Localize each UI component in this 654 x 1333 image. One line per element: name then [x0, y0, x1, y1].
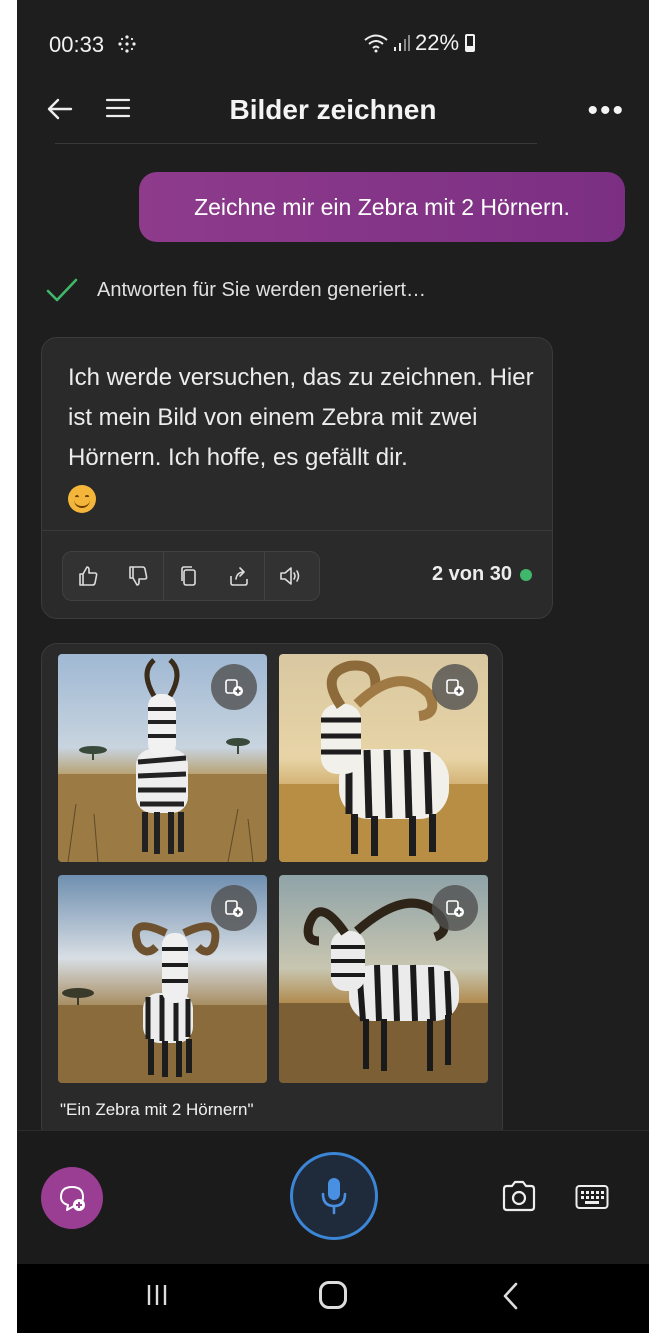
recent-apps-icon[interactable]: [145, 1282, 169, 1308]
generation-status: Antworten für Sie werden generiert…: [45, 277, 426, 303]
page-title: Bilder zeichnen: [229, 94, 437, 125]
status-text: Antworten für Sie werden generiert…: [97, 278, 427, 301]
check-icon: [46, 278, 78, 302]
app-grid-icon: [118, 35, 136, 53]
signal-icon: [394, 35, 410, 51]
network-battery-indicator: 22%: [363, 30, 476, 56]
header-divider: [55, 143, 537, 144]
share-icon: [230, 567, 248, 586]
add-to-collection-icon: [446, 900, 464, 917]
battery-icon: [465, 34, 476, 52]
bot-message-body: Ich werde versuchen, das zu zeichnen. Hi…: [68, 364, 534, 471]
generated-image[interactable]: [279, 654, 488, 862]
add-to-collection-button[interactable]: [432, 885, 478, 931]
add-to-collection-icon: [225, 679, 243, 696]
keyboard-icon[interactable]: [575, 1184, 609, 1210]
bot-message-text: Ich werde versuchen, das zu zeichnen. Hi…: [68, 358, 538, 518]
add-to-collection-icon: [446, 679, 464, 696]
system-nav-bar: [17, 1264, 649, 1333]
generated-image[interactable]: [58, 654, 267, 862]
more-icon[interactable]: •••: [587, 94, 625, 128]
wifi-icon: [364, 34, 388, 53]
read-aloud-button[interactable]: [265, 551, 315, 601]
share-button[interactable]: [214, 551, 264, 601]
generated-image[interactable]: [279, 875, 488, 1083]
copy-button[interactable]: [164, 551, 214, 601]
thumbs-up-icon: [79, 566, 98, 586]
new-topic-icon: [60, 1186, 85, 1211]
nav-back-icon[interactable]: [501, 1281, 521, 1311]
add-to-collection-icon: [225, 900, 243, 917]
thumbs-down-icon: [129, 566, 148, 586]
add-to-collection-button[interactable]: [211, 885, 257, 931]
app-header: Bilder zeichnen •••: [17, 86, 649, 146]
counter-text: 2 von 30: [431, 563, 512, 585]
response-counter: 2 von 30: [432, 563, 532, 586]
add-to-collection-button[interactable]: [211, 664, 257, 710]
bot-message-card: Ich werde versuchen, das zu zeichnen. Hi…: [41, 337, 553, 619]
add-to-collection-button[interactable]: [432, 664, 478, 710]
camera-icon[interactable]: [501, 1180, 537, 1212]
status-time: 00:33: [49, 32, 105, 57]
speaker-icon: [280, 567, 300, 585]
generated-images-card: "Ein Zebra mit 2 Hörnern": [41, 643, 503, 1143]
phone-screen: 00:33 22% Bilder zeichnen ••• Zeichne mi…: [17, 0, 649, 1333]
card-divider: [42, 530, 552, 531]
copy-icon: [181, 566, 196, 586]
battery-percent: 22%: [415, 30, 460, 55]
user-message-bubble: Zeichne mir ein Zebra mit 2 Hörnern.: [139, 172, 625, 242]
home-icon[interactable]: [319, 1281, 347, 1309]
new-topic-button[interactable]: [41, 1167, 103, 1229]
image-caption: "Ein Zebra mit 2 Hörnern": [60, 1100, 254, 1119]
smiling-face-icon: [68, 484, 96, 513]
status-bar: 00:33 22%: [17, 0, 649, 86]
thumbs-up-button[interactable]: [63, 551, 113, 601]
message-actions: [62, 551, 320, 601]
mic-icon: [321, 1178, 347, 1215]
thumbs-down-button[interactable]: [113, 551, 163, 601]
mic-button[interactable]: [290, 1152, 378, 1240]
generated-image[interactable]: [58, 875, 267, 1083]
status-dot: [520, 568, 532, 581]
